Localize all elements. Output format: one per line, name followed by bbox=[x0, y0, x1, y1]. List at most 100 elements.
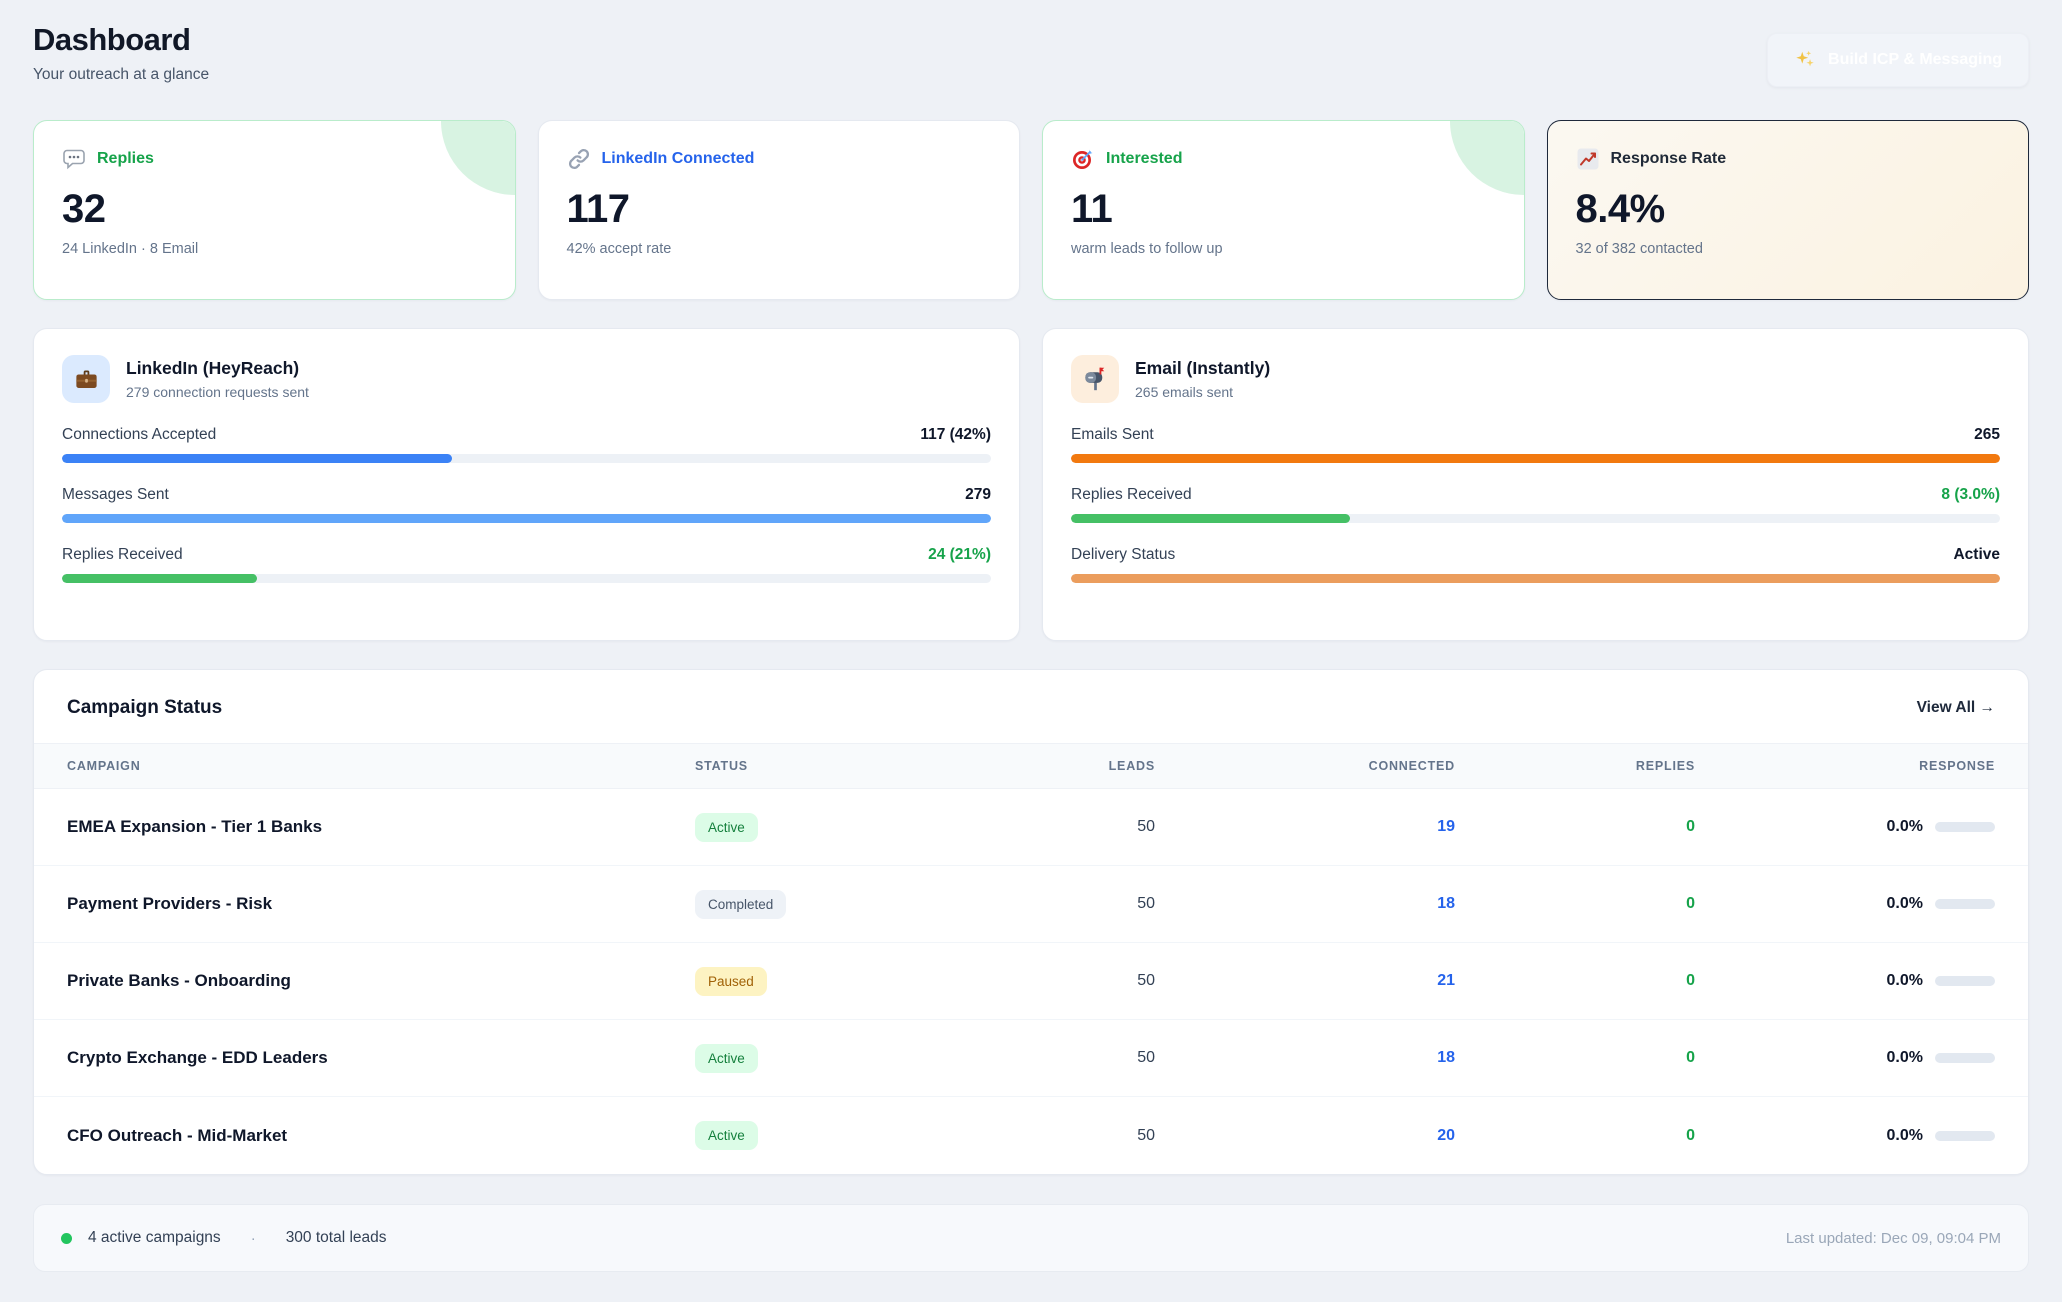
sparkles-icon bbox=[1794, 49, 1816, 71]
channel-subtitle: 279 connection requests sent bbox=[126, 384, 309, 400]
stat-card-sub: 42% accept rate bbox=[567, 241, 992, 257]
connected-value[interactable]: 18 bbox=[1155, 895, 1455, 913]
leads-value: 50 bbox=[1005, 1127, 1155, 1145]
total-leads-count: 300 total leads bbox=[286, 1229, 387, 1247]
build-icp-messaging-label: Build ICP & Messaging bbox=[1828, 51, 2002, 69]
response-progress-pill bbox=[1935, 1053, 1995, 1063]
corner-decoration bbox=[1450, 121, 1524, 195]
metric-emails-sent: Emails Sent 265 bbox=[1071, 426, 2000, 463]
view-all-link[interactable]: View All → bbox=[1917, 699, 1995, 717]
metric-label: Emails Sent bbox=[1071, 426, 1154, 444]
progress-bar-fill bbox=[1071, 454, 2000, 463]
metric-label: Connections Accepted bbox=[62, 426, 216, 444]
connected-value[interactable]: 18 bbox=[1155, 1049, 1455, 1067]
column-header-response: RESPONSE bbox=[1695, 759, 1995, 773]
response-value: 0.0% bbox=[1887, 1049, 1923, 1067]
metric-label: Messages Sent bbox=[62, 486, 169, 504]
response-value: 0.0% bbox=[1887, 972, 1923, 990]
table-row[interactable]: EMEA Expansion - Tier 1 Banks Active 50 … bbox=[34, 789, 2028, 866]
table-row[interactable]: Payment Providers - Risk Completed 50 18… bbox=[34, 866, 2028, 943]
leads-value: 50 bbox=[1005, 972, 1155, 990]
stat-card-response-rate: Response Rate 8.4% 32 of 382 contacted bbox=[1547, 120, 2030, 300]
response-value: 0.0% bbox=[1887, 818, 1923, 836]
stat-card-value: 11 bbox=[1071, 187, 1496, 232]
table-header-row: CAMPAIGN STATUS LEADS CONNECTED REPLIES … bbox=[34, 743, 2028, 789]
active-status-dot bbox=[61, 1233, 72, 1244]
active-campaigns-count: 4 active campaigns bbox=[88, 1229, 221, 1247]
build-icp-messaging-button[interactable]: Build ICP & Messaging bbox=[1767, 33, 2029, 87]
stat-cards-row: Replies 32 24 LinkedIn · 8 Email LinkedI… bbox=[33, 120, 2029, 300]
speech-balloon-icon bbox=[62, 147, 86, 171]
stat-card-sub: warm leads to follow up bbox=[1071, 241, 1496, 257]
progress-bar bbox=[62, 454, 991, 463]
table-row[interactable]: CFO Outreach - Mid-Market Active 50 20 0… bbox=[34, 1097, 2028, 1174]
metric-value: 265 bbox=[1974, 426, 2000, 444]
stat-card-value: 32 bbox=[62, 187, 487, 232]
email-channel-panel: Email (Instantly) 265 emails sent Emails… bbox=[1042, 328, 2029, 641]
response-progress-pill bbox=[1935, 822, 1995, 832]
metric-label: Delivery Status bbox=[1071, 546, 1175, 564]
dot-separator: · bbox=[237, 1230, 270, 1247]
connected-value[interactable]: 19 bbox=[1155, 818, 1455, 836]
campaign-name: Payment Providers - Risk bbox=[67, 894, 695, 914]
column-header-connected: CONNECTED bbox=[1155, 759, 1455, 773]
replies-value: 0 bbox=[1455, 972, 1695, 990]
stat-card-sub: 32 of 382 contacted bbox=[1576, 241, 2001, 257]
stat-card-interested: Interested 11 warm leads to follow up bbox=[1042, 120, 1525, 300]
metric-connections-accepted: Connections Accepted 117 (42%) bbox=[62, 426, 991, 463]
metric-value: 24 (21%) bbox=[928, 546, 991, 564]
link-icon bbox=[567, 147, 591, 171]
page-subtitle: Your outreach at a glance bbox=[33, 66, 209, 84]
metric-messages-sent: Messages Sent 279 bbox=[62, 486, 991, 523]
stat-card-sub: 24 LinkedIn · 8 Email bbox=[62, 241, 487, 257]
campaign-status-title: Campaign Status bbox=[67, 697, 222, 719]
channel-subtitle: 265 emails sent bbox=[1135, 384, 1270, 400]
replies-value: 0 bbox=[1455, 818, 1695, 836]
page-title: Dashboard bbox=[33, 22, 209, 58]
stat-card-label: LinkedIn Connected bbox=[602, 150, 755, 168]
progress-bar bbox=[1071, 574, 2000, 583]
mailbox-icon bbox=[1071, 355, 1119, 403]
header-titles: Dashboard Your outreach at a glance bbox=[33, 22, 209, 84]
replies-value: 0 bbox=[1455, 1127, 1695, 1145]
status-badge: Active bbox=[695, 813, 758, 842]
campaign-name: CFO Outreach - Mid-Market bbox=[67, 1126, 695, 1146]
metric-replies-received: Replies Received 24 (21%) bbox=[62, 546, 991, 583]
progress-bar-fill bbox=[62, 574, 257, 583]
leads-value: 50 bbox=[1005, 1049, 1155, 1067]
status-badge: Completed bbox=[695, 890, 786, 919]
linkedin-channel-panel: LinkedIn (HeyReach) 279 connection reque… bbox=[33, 328, 1020, 641]
target-icon bbox=[1071, 147, 1095, 171]
progress-bar-fill bbox=[62, 454, 452, 463]
table-row[interactable]: Crypto Exchange - EDD Leaders Active 50 … bbox=[34, 1020, 2028, 1097]
metric-value: Active bbox=[1953, 546, 2000, 564]
dashboard-page: Dashboard Your outreach at a glance Buil… bbox=[0, 0, 2062, 1302]
metric-label: Replies Received bbox=[1071, 486, 1192, 504]
replies-value: 0 bbox=[1455, 895, 1695, 913]
leads-value: 50 bbox=[1005, 818, 1155, 836]
connected-value[interactable]: 20 bbox=[1155, 1127, 1455, 1145]
stat-card-replies: Replies 32 24 LinkedIn · 8 Email bbox=[33, 120, 516, 300]
status-badge: Paused bbox=[695, 967, 767, 996]
column-header-leads: LEADS bbox=[1005, 759, 1155, 773]
status-badge: Active bbox=[695, 1044, 758, 1073]
progress-bar bbox=[1071, 514, 2000, 523]
briefcase-icon bbox=[62, 355, 110, 403]
channel-panels-row: LinkedIn (HeyReach) 279 connection reque… bbox=[33, 328, 2029, 641]
stat-card-value: 117 bbox=[567, 187, 992, 232]
metric-replies-received: Replies Received 8 (3.0%) bbox=[1071, 486, 2000, 523]
progress-bar-fill bbox=[1071, 514, 1350, 523]
response-progress-pill bbox=[1935, 1131, 1995, 1141]
stat-card-linkedin-connected: LinkedIn Connected 117 42% accept rate bbox=[538, 120, 1021, 300]
chart-increasing-icon bbox=[1576, 147, 1600, 171]
connected-value[interactable]: 21 bbox=[1155, 972, 1455, 990]
stat-card-label: Replies bbox=[97, 150, 154, 168]
metric-value: 117 (42%) bbox=[920, 426, 991, 444]
response-progress-pill bbox=[1935, 899, 1995, 909]
campaign-name: Private Banks - Onboarding bbox=[67, 971, 695, 991]
channel-title: LinkedIn (HeyReach) bbox=[126, 358, 309, 379]
campaign-name: Crypto Exchange - EDD Leaders bbox=[67, 1048, 695, 1068]
stat-card-label: Response Rate bbox=[1611, 150, 1727, 168]
table-row[interactable]: Private Banks - Onboarding Paused 50 21 … bbox=[34, 943, 2028, 1020]
metric-value: 279 bbox=[965, 486, 991, 504]
